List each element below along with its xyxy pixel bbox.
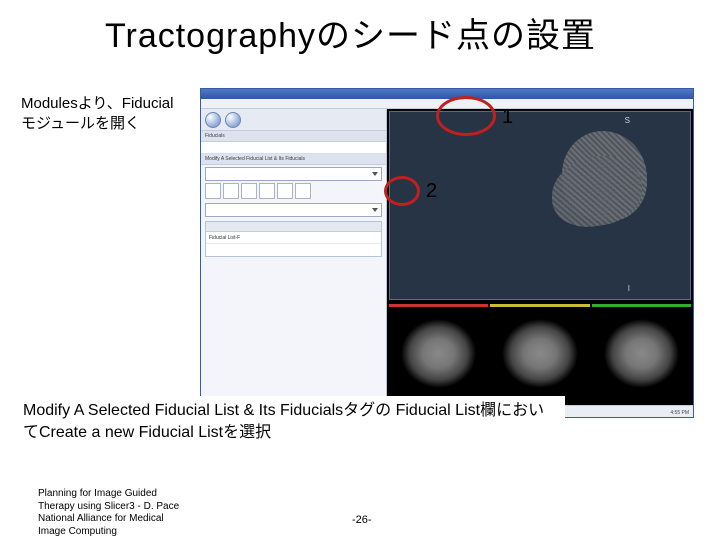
panel-dropdown[interactable] bbox=[205, 203, 382, 217]
module-panel: Fiducials Modify A Selected Fiducial Lis… bbox=[201, 109, 387, 417]
slice-views bbox=[387, 302, 693, 405]
instruction-box-2: Modify A Selected Fiducial List & Its Fi… bbox=[15, 396, 565, 447]
orient-label-s: S bbox=[625, 116, 630, 125]
slice-sagittal[interactable] bbox=[490, 304, 589, 403]
footer-line: Therapy using Slicer3 - D. Pace bbox=[38, 501, 288, 514]
viewer-3d[interactable]: S R I bbox=[389, 111, 691, 300]
fiducial-list-dropdown[interactable] bbox=[205, 167, 382, 181]
fiducial-table[interactable]: Fiducial List-F bbox=[205, 221, 382, 257]
section-header[interactable]: Modify A Selected Fiducial List & Its Fi… bbox=[201, 154, 386, 165]
panel-row bbox=[201, 142, 386, 154]
tool-btn[interactable] bbox=[241, 183, 257, 199]
module-name: Fiducials bbox=[201, 131, 386, 142]
window-menubar[interactable] bbox=[201, 99, 693, 109]
orient-label-i: I bbox=[628, 284, 630, 293]
tool-btn[interactable] bbox=[295, 183, 311, 199]
footer-line: Planning for Image Guided bbox=[38, 488, 288, 501]
page-number: -26- bbox=[352, 514, 372, 526]
brain-volume bbox=[552, 126, 672, 246]
tool-row bbox=[205, 183, 382, 201]
instruction-box-1: Modulesより、Fiducialモジュールを開く bbox=[15, 90, 185, 137]
slice-axial[interactable] bbox=[389, 304, 488, 403]
tool-btn[interactable] bbox=[223, 183, 239, 199]
table-header bbox=[206, 222, 381, 232]
viewer-area: S R I 4:55 PM bbox=[387, 109, 693, 417]
app-screenshot: Fiducials Modify A Selected Fiducial Lis… bbox=[200, 88, 694, 418]
tool-btn[interactable] bbox=[277, 183, 293, 199]
slice-coronal[interactable] bbox=[592, 304, 691, 403]
system-time: 4:55 PM bbox=[670, 410, 689, 416]
footer-citation: Planning for Image Guided Therapy using … bbox=[38, 488, 288, 538]
slide-title: Tractographyのシード点の設置 bbox=[105, 8, 710, 57]
callout-number-2: 2 bbox=[426, 180, 437, 203]
callout-number-1: 1 bbox=[502, 106, 513, 129]
slide: Tractographyのシード点の設置 Modulesより、Fiducialモ… bbox=[0, 0, 720, 540]
tool-btn[interactable] bbox=[259, 183, 275, 199]
tool-btn[interactable] bbox=[205, 183, 221, 199]
table-row[interactable]: Fiducial List-F bbox=[206, 232, 381, 244]
home-icon[interactable] bbox=[205, 112, 221, 128]
footer-line: National Alliance for Medical bbox=[38, 513, 288, 526]
nav-icon[interactable] bbox=[225, 112, 241, 128]
footer-line: Image Computing bbox=[38, 526, 288, 539]
window-titlebar[interactable] bbox=[201, 89, 693, 99]
panel-toolbar[interactable] bbox=[201, 109, 386, 131]
